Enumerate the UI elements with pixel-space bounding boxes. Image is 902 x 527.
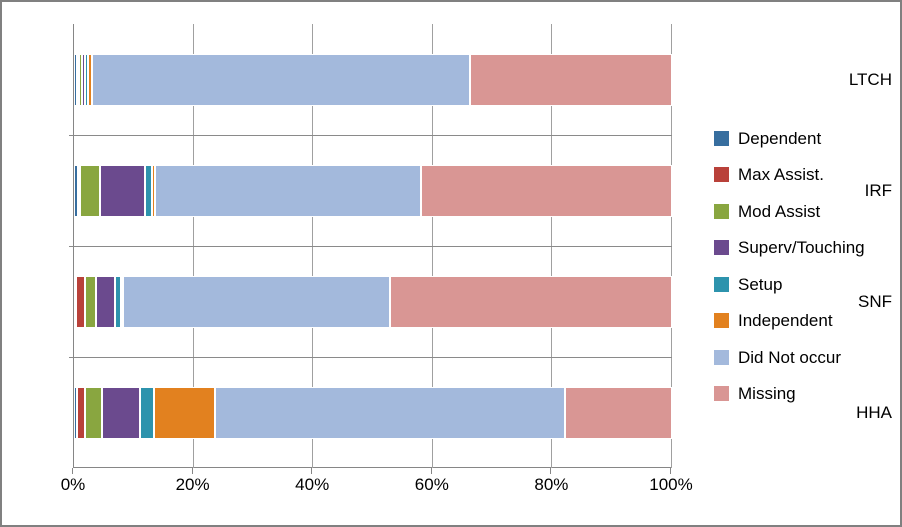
bar-segment-missing[interactable] [421,165,672,217]
category-separator [69,246,672,247]
legend-label: Dependent [738,128,822,148]
x-tick-mark-80 [550,468,552,474]
legend-label: Independent [738,311,833,331]
bar-segment-missing[interactable] [564,387,672,439]
x-tick-label-0: 0% [60,475,86,494]
bar-segment-did-not-occur[interactable] [215,387,565,439]
x-tick-mark-60 [430,468,432,474]
bar-segment-max-assist[interactable] [76,276,85,328]
legend-item-setup[interactable]: Setup [714,266,894,303]
legend-swatch-icon [714,276,729,292]
legend-item-independent[interactable]: Independent [714,303,894,340]
legend-item-did-not-occur[interactable]: Did Not occur [714,339,894,376]
bar-segment-setup[interactable] [145,165,153,217]
stacked-bar [74,276,673,328]
stacked-bar [74,54,672,106]
bar-segment-superv-touching[interactable] [95,276,115,328]
bar-segment-mod-assist[interactable] [84,276,96,328]
bar-segment-did-not-occur[interactable] [154,165,422,217]
bar-segment-mod-assist[interactable] [85,387,103,439]
bar-segment-mod-assist[interactable] [79,165,101,217]
legend-item-mod-assist[interactable]: Mod Assist [714,193,894,230]
legend-swatch-icon [714,167,729,183]
legend-item-dependent[interactable]: Dependent [714,120,894,157]
legend-label: Mod Assist [738,201,821,221]
x-tick-mark-40 [311,468,313,474]
plot-area [69,24,673,468]
legend-label: Superv/Touching [738,238,865,258]
legend-label: Missing [738,384,796,404]
x-tick-mark-100 [670,468,671,474]
x-tick-label-100: 100% [649,475,693,494]
legend-swatch-icon [714,130,729,146]
legend-item-superv-touching[interactable]: Superv/Touching [714,230,894,267]
y-axis-label-ltch: LTCH [848,69,892,89]
legend-swatch-icon [714,386,729,402]
bar-segment-missing[interactable] [390,276,673,328]
bar-segment-did-not-occur[interactable] [122,276,391,328]
legend-swatch-icon [714,349,729,365]
x-tick-mark-0 [72,468,73,474]
bar-segment-did-not-occur[interactable] [91,54,470,106]
bar-segment-setup[interactable] [139,387,155,439]
chart-container: LTCH IRF SNF HHA 0% 20% 40% 60% 80% 100% Depende… [0,0,902,527]
bar-segment-superv-touching[interactable] [100,165,146,217]
legend-label: Max Assist. [738,165,824,185]
bar-row-snf [69,246,673,357]
stacked-bar [74,387,672,439]
x-tick-mark-20 [191,468,193,474]
stacked-bar [74,165,672,217]
bar-row-ltch [74,24,672,135]
bar-segment-missing[interactable] [469,54,672,106]
x-tick-label-80: 80% [534,475,569,494]
bar-segment-max-assist[interactable] [76,387,86,439]
legend-swatch-icon [714,203,729,219]
bar-row-hha [69,357,672,468]
bar-segment-superv-touching[interactable] [102,387,140,439]
legend: Dependent Max Assist. Mod Assist Superv/Tou… [714,120,894,412]
x-tick-label-20: 20% [175,475,210,494]
legend-item-max-assist[interactable]: Max Assist. [714,157,894,194]
legend-item-missing[interactable]: Missing [714,376,894,413]
x-tick-label-60: 60% [414,475,449,494]
bar-row-irf [69,135,672,246]
bar-segment-independent[interactable] [154,387,216,439]
category-separator [69,357,672,358]
legend-label: Setup [738,274,783,294]
legend-swatch-icon [714,313,729,329]
category-separator [69,135,672,136]
legend-label: Did Not occur [738,347,841,367]
x-tick-label-40: 40% [295,475,330,494]
legend-swatch-icon [714,240,729,256]
